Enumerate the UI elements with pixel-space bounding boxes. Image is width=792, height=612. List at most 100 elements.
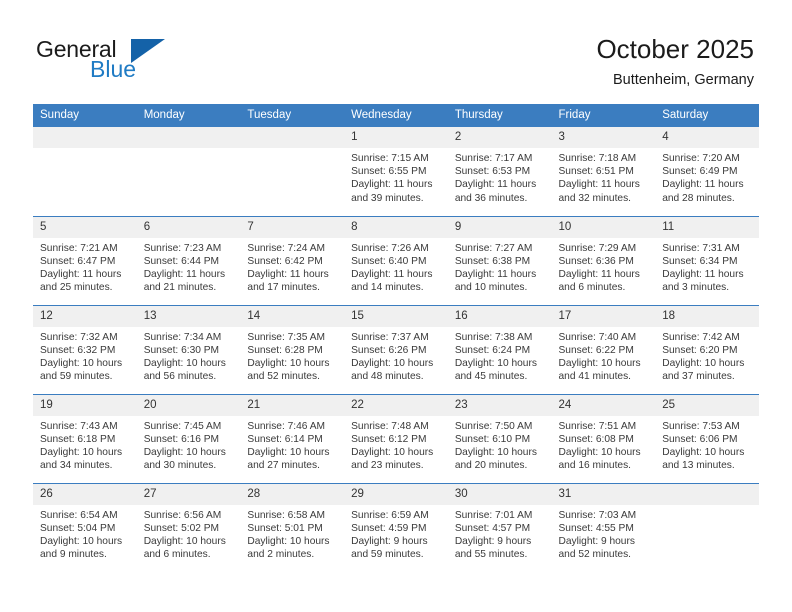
weekday-header-thursday: Thursday — [447, 104, 552, 127]
day-number: 12 — [33, 305, 137, 327]
calendar-day-cell[interactable]: 16 Sunrise: 7:38 AM Sunset: 6:24 PM Dayligh… — [447, 304, 552, 394]
calendar-day-cell[interactable]: 15 Sunrise: 7:37 AM Sunset: 6:26 PM Dayligh… — [344, 304, 448, 394]
calendar-day-cell[interactable]: 23 Sunrise: 7:50 AM Sunset: 6:10 PM Dayligh… — [447, 393, 552, 483]
daylight-text-cont: and 48 minutes. — [351, 371, 424, 383]
sunset-text: Sunset: 6:36 PM — [558, 255, 634, 267]
daylight-text-cont: and 34 minutes. — [40, 460, 113, 472]
calendar-day-cell[interactable]: 29 Sunrise: 6:59 AM Sunset: 4:59 PM Dayligh… — [344, 482, 448, 572]
daylight-text: Daylight: 10 hours — [40, 357, 123, 369]
calendar-day-cell[interactable]: 9 Sunrise: 7:27 AM Sunset: 6:38 PM Daylight… — [447, 215, 552, 305]
day-details: Sunrise: 6:54 AM Sunset: 5:04 PM Daylight:… — [33, 505, 137, 562]
calendar-header-row: Sunday Monday Tuesday Wednesday Thursday Frid… — [33, 104, 759, 127]
calendar-day-cell[interactable]: 8 Sunrise: 7:26 AM Sunset: 6:40 PM Daylight… — [344, 215, 448, 305]
sunrise-text: Sunrise: 7:43 AM — [40, 420, 118, 432]
day-details: Sunrise: 7:46 AM Sunset: 6:14 PM Daylight:… — [240, 416, 344, 473]
day-details: Sunrise: 7:23 AM Sunset: 6:44 PM Daylight:… — [137, 238, 241, 295]
sunrise-text: Sunrise: 7:01 AM — [454, 509, 533, 521]
daylight-text: Daylight: 11 hours — [558, 179, 640, 191]
sunset-text: Sunset: 6:51 PM — [558, 166, 634, 178]
calendar-day-cell[interactable]: 18 Sunrise: 7:42 AM Sunset: 6:20 PM Dayligh… — [655, 304, 759, 394]
generalblue-logo[interactable]: General Blue — [36, 36, 166, 86]
calendar-day-cell[interactable]: 20 Sunrise: 7:45 AM Sunset: 6:16 PM Dayligh… — [136, 393, 241, 483]
sunset-text: Sunset: 6:24 PM — [454, 344, 531, 356]
sunrise-text: Sunrise: 7:50 AM — [454, 420, 533, 432]
day-details: Sunrise: 7:48 AM Sunset: 6:12 PM Daylight:… — [344, 416, 448, 473]
day-number: 8 — [344, 216, 448, 238]
daylight-text: Daylight: 10 hours — [454, 446, 537, 458]
daylight-text-cont: and 6 minutes. — [558, 282, 626, 294]
sunset-text: Sunset: 6:49 PM — [662, 166, 738, 178]
day-number: 30 — [447, 483, 552, 505]
calendar-day-cell[interactable]: 12 Sunrise: 7:32 AM Sunset: 6:32 PM Dayligh… — [33, 304, 137, 394]
calendar-day-cell[interactable]: 11 Sunrise: 7:31 AM Sunset: 6:34 PM Dayligh… — [655, 215, 759, 305]
daylight-text: Daylight: 10 hours — [558, 357, 641, 369]
daylight-text-cont: and 9 minutes. — [40, 549, 107, 561]
daylight-text-cont: and 20 minutes. — [454, 460, 528, 472]
day-number: 18 — [655, 305, 759, 327]
sunset-text: Sunset: 6:06 PM — [662, 433, 738, 445]
day-number: 3 — [551, 127, 656, 148]
day-details: Sunrise: 7:01 AM Sunset: 4:57 PM Daylight:… — [448, 505, 552, 562]
daylight-text-cont: and 28 minutes. — [662, 192, 735, 204]
weekday-header-saturday: Saturday — [655, 104, 759, 127]
calendar-day-cell[interactable]: 2 Sunrise: 7:17 AM Sunset: 6:53 PM Daylight… — [447, 127, 552, 216]
daylight-text-cont: and 6 minutes. — [143, 549, 211, 561]
calendar-week-row: 12 Sunrise: 7:32 AM Sunset: 6:32 PM Dayligh… — [33, 304, 759, 394]
calendar-day-cell[interactable]: 3 Sunrise: 7:18 AM Sunset: 6:51 PM Daylight… — [551, 127, 656, 216]
calendar-day-cell[interactable]: 31 Sunrise: 7:03 AM Sunset: 4:55 PM Dayligh… — [551, 482, 656, 572]
calendar-day-cell[interactable]: 13 Sunrise: 7:34 AM Sunset: 6:30 PM Dayligh… — [136, 304, 241, 394]
day-details: Sunrise: 7:21 AM Sunset: 6:47 PM Daylight:… — [33, 238, 137, 295]
calendar-week-row: 1 Sunrise: 7:15 AM Sunset: 6:55 PM Daylight… — [33, 127, 759, 216]
calendar-day-cell[interactable]: 28 Sunrise: 6:58 AM Sunset: 5:01 PM Dayligh… — [240, 482, 345, 572]
sunrise-text: Sunrise: 7:48 AM — [351, 420, 429, 432]
daylight-text-cont: and 13 minutes. — [662, 460, 735, 472]
calendar-day-cell[interactable]: 5 Sunrise: 7:21 AM Sunset: 6:47 PM Daylight… — [33, 215, 137, 305]
calendar-day-cell[interactable]: 17 Sunrise: 7:40 AM Sunset: 6:22 PM Dayligh… — [551, 304, 656, 394]
day-number: 22 — [344, 394, 448, 416]
day-number: 4 — [655, 127, 759, 148]
day-details: Sunrise: 6:56 AM Sunset: 5:02 PM Daylight:… — [137, 505, 241, 562]
calendar-day-cell[interactable]: 25 Sunrise: 7:53 AM Sunset: 6:06 PM Dayligh… — [655, 393, 759, 483]
calendar-day-cell[interactable]: 10 Sunrise: 7:29 AM Sunset: 6:36 PM Dayligh… — [551, 215, 656, 305]
calendar-day-cell[interactable]: 7 Sunrise: 7:24 AM Sunset: 6:42 PM Daylight… — [240, 215, 345, 305]
daylight-text: Daylight: 10 hours — [143, 357, 226, 369]
day-number: 27 — [136, 483, 241, 505]
calendar-cell-empty — [655, 482, 759, 572]
calendar-day-cell[interactable]: 6 Sunrise: 7:23 AM Sunset: 6:44 PM Daylight… — [136, 215, 241, 305]
calendar-day-cell[interactable]: 27 Sunrise: 6:56 AM Sunset: 5:02 PM Dayligh… — [136, 482, 241, 572]
sunrise-text: Sunrise: 7:31 AM — [662, 242, 740, 254]
daylight-text: Daylight: 9 hours — [351, 535, 428, 547]
calendar-day-cell[interactable]: 1 Sunrise: 7:15 AM Sunset: 6:55 PM Daylight… — [344, 127, 448, 216]
daylight-text-cont: and 3 minutes. — [662, 282, 730, 294]
daylight-text-cont: and 16 minutes. — [558, 460, 632, 472]
day-details: Sunrise: 7:20 AM Sunset: 6:49 PM Daylight:… — [655, 148, 759, 205]
sunset-text: Sunset: 6:44 PM — [143, 255, 220, 267]
calendar-day-cell[interactable]: 4 Sunrise: 7:20 AM Sunset: 6:49 PM Daylight… — [655, 127, 759, 216]
day-details: Sunrise: 7:26 AM Sunset: 6:40 PM Daylight:… — [344, 238, 448, 295]
calendar-day-cell[interactable]: 14 Sunrise: 7:35 AM Sunset: 6:28 PM Dayligh… — [240, 304, 345, 394]
daylight-text: Daylight: 10 hours — [558, 446, 641, 458]
daylight-text: Daylight: 11 hours — [558, 268, 640, 280]
sunset-text: Sunset: 6:32 PM — [40, 344, 116, 356]
weekday-header-wednesday: Wednesday — [344, 104, 448, 127]
sunset-text: Sunset: 6:30 PM — [143, 344, 220, 356]
daylight-text: Daylight: 10 hours — [247, 357, 330, 369]
sunset-text: Sunset: 6:28 PM — [247, 344, 323, 356]
sunrise-text: Sunrise: 7:24 AM — [247, 242, 325, 254]
calendar-day-cell[interactable]: 30 Sunrise: 7:01 AM Sunset: 4:57 PM Dayligh… — [447, 482, 552, 572]
daylight-text-cont: and 45 minutes. — [454, 371, 528, 383]
sunrise-text: Sunrise: 7:15 AM — [351, 153, 429, 164]
calendar-day-cell[interactable]: 21 Sunrise: 7:46 AM Sunset: 6:14 PM Dayligh… — [240, 393, 345, 483]
day-number: 5 — [33, 216, 137, 238]
calendar-table: Sunday Monday Tuesday Wednesday Thursday Frid… — [33, 104, 759, 572]
daylight-text-cont: and 59 minutes. — [351, 549, 424, 561]
day-details: Sunrise: 7:53 AM Sunset: 6:06 PM Daylight:… — [655, 416, 759, 473]
sunset-text: Sunset: 6:14 PM — [247, 433, 323, 445]
calendar-day-cell[interactable]: 19 Sunrise: 7:43 AM Sunset: 6:18 PM Dayligh… — [33, 393, 137, 483]
day-number: 6 — [136, 216, 241, 238]
day-details: Sunrise: 7:15 AM Sunset: 6:55 PM Daylight:… — [344, 148, 448, 205]
day-details: Sunrise: 7:18 AM Sunset: 6:51 PM Daylight:… — [552, 148, 656, 205]
calendar-day-cell[interactable]: 24 Sunrise: 7:51 AM Sunset: 6:08 PM Dayligh… — [551, 393, 656, 483]
calendar-day-cell[interactable]: 26 Sunrise: 6:54 AM Sunset: 5:04 PM Dayligh… — [33, 482, 137, 572]
calendar-day-cell[interactable]: 22 Sunrise: 7:48 AM Sunset: 6:12 PM Dayligh… — [344, 393, 448, 483]
